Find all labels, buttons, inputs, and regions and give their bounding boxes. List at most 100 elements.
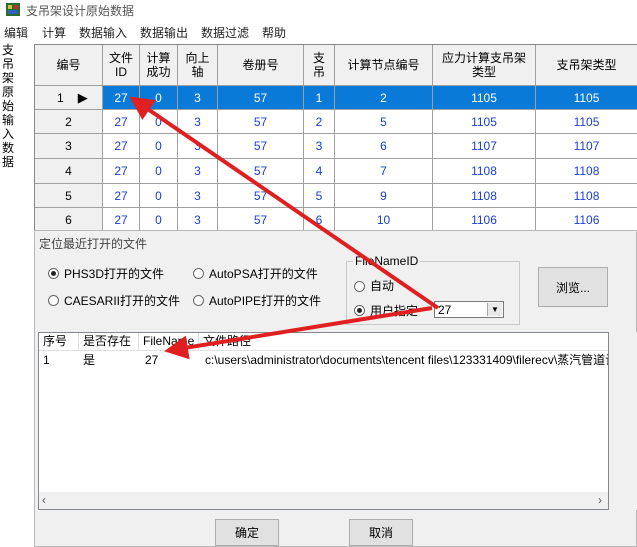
menu-help[interactable]: 帮助	[262, 24, 286, 41]
dropdown-arrow-icon[interactable]: ▼	[487, 303, 502, 316]
cell-file-id[interactable]: 27	[103, 134, 140, 159]
menu-calc[interactable]: 计算	[42, 24, 66, 41]
cell-stress-type[interactable]: 1108	[433, 184, 536, 208]
list-cell-exists[interactable]: 是	[83, 352, 95, 368]
cell-node[interactable]: 7	[335, 159, 433, 184]
cell-up-axis[interactable]: 3	[178, 134, 218, 159]
cell-file-id[interactable]: 27	[103, 184, 140, 208]
cell-node[interactable]: 9	[335, 184, 433, 208]
cell-up-axis[interactable]: 3	[178, 159, 218, 184]
browse-button[interactable]: 浏览...	[538, 267, 608, 307]
cell-support[interactable]: 5	[304, 184, 335, 208]
cell-file-id[interactable]: 27	[103, 86, 140, 110]
cell-node[interactable]: 6	[335, 134, 433, 159]
cell-type[interactable]: 1105	[536, 110, 637, 134]
cell-volume[interactable]: 57	[218, 86, 304, 110]
cell-file-id[interactable]: 27	[103, 208, 140, 232]
cell-calc-ok[interactable]: 0	[140, 208, 178, 232]
cell-type[interactable]: 1108	[536, 184, 637, 208]
radio-auto-label[interactable]: 自动	[370, 277, 394, 294]
row-header[interactable]: 1 ▶	[35, 86, 103, 110]
row-header[interactable]: 4	[35, 159, 103, 184]
filename-id-combo[interactable]: 27 ▼	[434, 301, 504, 318]
cell-support[interactable]: 2	[304, 110, 335, 134]
cell-support[interactable]: 4	[304, 159, 335, 184]
radio-autopsa[interactable]	[193, 268, 204, 279]
radio-phs3d-label[interactable]: PHS3D打开的文件	[64, 265, 164, 282]
side-tab-label[interactable]: 支吊架原始输入数据	[2, 43, 16, 169]
cell-volume[interactable]: 57	[218, 159, 304, 184]
cell-stress-type[interactable]: 1105	[433, 110, 536, 134]
recent-files-list[interactable]: 序号 是否存在 FileName 文件路径 1 是 27 c:\users\ad…	[38, 332, 609, 510]
radio-caesar[interactable]	[48, 295, 59, 306]
cell-type[interactable]: 1108	[536, 159, 637, 184]
menu-data-filter[interactable]: 数据过滤	[201, 24, 249, 41]
radio-auto[interactable]	[354, 281, 365, 292]
cell-support[interactable]: 3	[304, 134, 335, 159]
cell-stress-type[interactable]: 1108	[433, 159, 536, 184]
cell-calc-ok[interactable]: 0	[140, 159, 178, 184]
horizontal-scrollbar[interactable]: ‹ ›	[39, 492, 608, 509]
list-cell-no[interactable]: 1	[43, 352, 50, 368]
cell-node[interactable]: 5	[335, 110, 433, 134]
col-header-volume[interactable]: 卷册号	[218, 45, 304, 86]
cell-up-axis[interactable]: 3	[178, 208, 218, 232]
list-cell-path[interactable]: c:\users\administrator\documents\tencent…	[205, 352, 608, 368]
cell-volume[interactable]: 57	[218, 110, 304, 134]
row-header[interactable]: 6	[35, 208, 103, 232]
list-header-filename[interactable]: FileName	[139, 333, 199, 351]
row-header[interactable]: 3	[35, 134, 103, 159]
ok-button[interactable]: 确定	[215, 519, 279, 546]
col-header-calc-ok[interactable]: 计算成功	[140, 45, 178, 86]
col-header-no[interactable]: 编号	[35, 45, 103, 86]
cell-up-axis[interactable]: 3	[178, 110, 218, 134]
cell-calc-ok[interactable]: 0	[140, 134, 178, 159]
cell-support[interactable]: 1	[304, 86, 335, 110]
radio-caesar-label[interactable]: CAESARII打开的文件	[64, 292, 180, 309]
radio-autopsa-label[interactable]: AutoPSA打开的文件	[209, 265, 318, 282]
row-header[interactable]: 5	[35, 184, 103, 208]
list-header-exists[interactable]: 是否存在	[79, 333, 139, 351]
col-header-stress-type[interactable]: 应力计算支吊架类型	[433, 45, 536, 86]
scroll-left-icon[interactable]: ‹	[42, 493, 46, 507]
radio-user-specified-label[interactable]: 用户指定	[370, 302, 418, 319]
cell-calc-ok[interactable]: 0	[140, 184, 178, 208]
cell-stress-type[interactable]: 1105	[433, 86, 536, 110]
list-header-path[interactable]: 文件路径	[199, 333, 608, 351]
cell-type[interactable]: 1107	[536, 134, 637, 159]
radio-user-specified[interactable]	[354, 305, 365, 316]
cell-stress-type[interactable]: 1107	[433, 134, 536, 159]
cell-file-id[interactable]: 27	[103, 159, 140, 184]
cell-stress-type[interactable]: 1106	[433, 208, 536, 232]
col-header-support[interactable]: 支吊	[304, 45, 335, 86]
list-cell-filename[interactable]: 27	[145, 352, 158, 368]
cell-up-axis[interactable]: 3	[178, 86, 218, 110]
scroll-right-icon[interactable]: ›	[598, 493, 602, 507]
cell-volume[interactable]: 57	[218, 184, 304, 208]
menu-data-output[interactable]: 数据输出	[140, 24, 188, 41]
col-header-file-id[interactable]: 文件ID	[103, 45, 140, 86]
cell-type[interactable]: 1105	[536, 86, 637, 110]
menu-edit[interactable]: 编辑	[4, 24, 28, 41]
radio-phs3d[interactable]	[48, 268, 59, 279]
list-header-no[interactable]: 序号	[39, 333, 79, 351]
col-header-up-axis[interactable]: 向上轴	[178, 45, 218, 86]
cell-calc-ok[interactable]: 0	[140, 86, 178, 110]
cell-volume[interactable]: 57	[218, 134, 304, 159]
menu-data-input[interactable]: 数据输入	[79, 24, 127, 41]
radio-autopipe-label[interactable]: AutoPIPE打开的文件	[209, 292, 321, 309]
cell-file-id[interactable]: 27	[103, 110, 140, 134]
col-header-type[interactable]: 支吊架类型	[536, 45, 637, 86]
cell-support[interactable]: 6	[304, 208, 335, 232]
cancel-button[interactable]: 取消	[349, 519, 413, 546]
cell-up-axis[interactable]: 3	[178, 184, 218, 208]
cell-type[interactable]: 1106	[536, 208, 637, 232]
radio-autopipe[interactable]	[193, 295, 204, 306]
data-grid[interactable]: 编号 文件ID 计算成功 向上轴 卷册号 支吊 计算节点编号 应力计算支吊架类型…	[34, 44, 637, 235]
row-header[interactable]: 2	[35, 110, 103, 134]
col-header-node[interactable]: 计算节点编号	[335, 45, 433, 86]
cell-volume[interactable]: 57	[218, 208, 304, 232]
cell-node[interactable]: 2	[335, 86, 433, 110]
cell-calc-ok[interactable]: 0	[140, 110, 178, 134]
cell-node[interactable]: 10	[335, 208, 433, 232]
